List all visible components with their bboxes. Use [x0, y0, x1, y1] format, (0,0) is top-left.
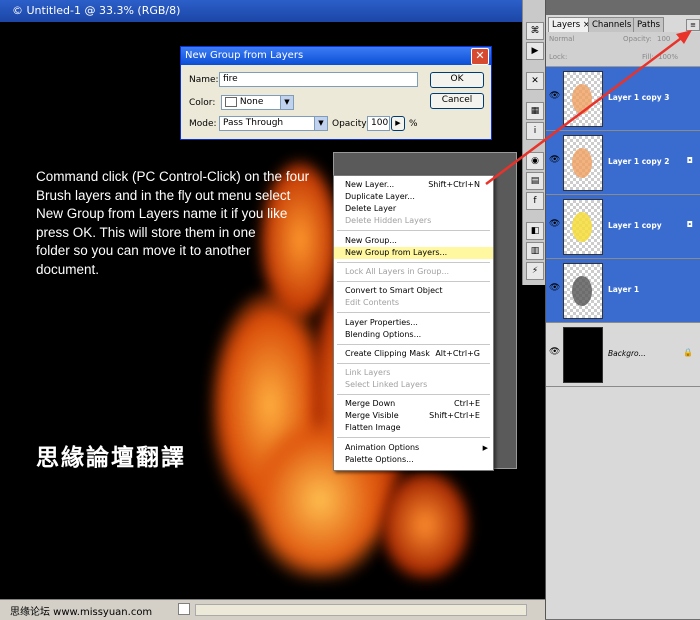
annotation-arrow [485, 30, 692, 186]
